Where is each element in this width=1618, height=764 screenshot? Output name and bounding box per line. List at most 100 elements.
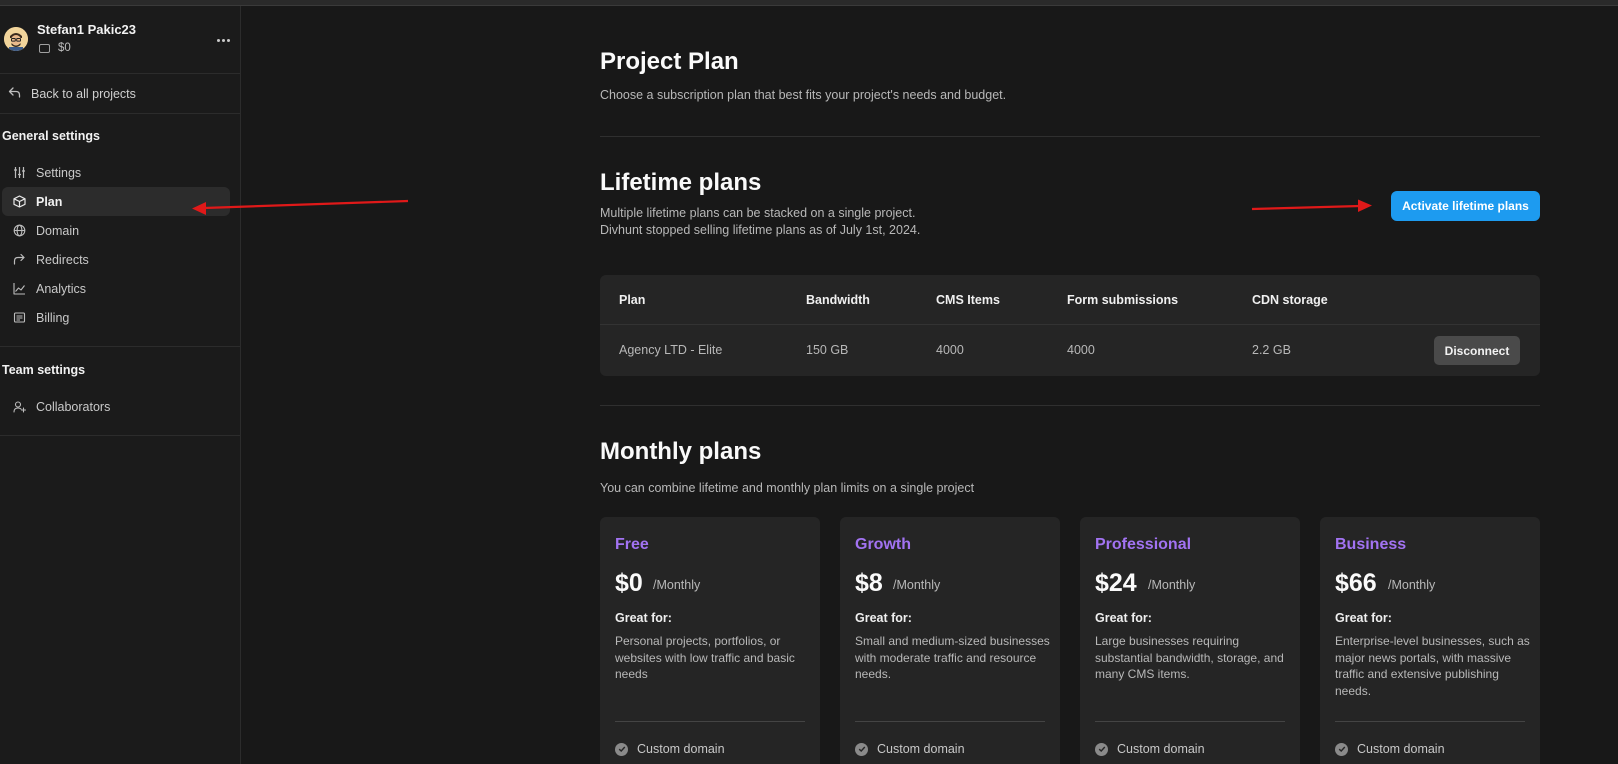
chart-icon xyxy=(12,282,26,296)
plan-description: Enterprise-level businesses, such as maj… xyxy=(1335,634,1530,698)
feature-label: Custom domain xyxy=(1117,742,1205,756)
monthly-plans-title: Monthly plans xyxy=(600,438,762,465)
card-divider xyxy=(855,721,1045,722)
dot-icon xyxy=(221,38,225,42)
lifetime-plans-title: Lifetime plans xyxy=(600,169,762,196)
sidebar-item-analytics[interactable]: Analytics xyxy=(2,274,230,303)
sidebar-item-billing[interactable]: Billing xyxy=(2,303,230,332)
dot-icon xyxy=(226,38,230,42)
feature-item: Custom domain xyxy=(1095,742,1205,756)
cube-icon xyxy=(12,195,26,209)
sidebar-item-domain[interactable]: Domain xyxy=(2,216,230,245)
plan-description: Personal projects, portfolios, or websit… xyxy=(615,634,795,681)
column-header-form-submissions: Form submissions xyxy=(1067,293,1179,307)
plan-price: $8 xyxy=(855,569,883,597)
plan-name: Professional xyxy=(1095,536,1192,553)
cell-plan: Agency LTD - Elite xyxy=(619,343,723,357)
general-settings-nav: Settings Plan Domain Redirects Analytics xyxy=(0,158,240,332)
monthly-plans-subtitle: You can combine lifetime and monthly pla… xyxy=(600,481,975,495)
sidebar-item-collaborators[interactable]: Collaborators xyxy=(2,392,230,421)
avatar[interactable] xyxy=(4,27,28,51)
user-add-icon xyxy=(12,400,26,414)
wallet-icon xyxy=(39,44,50,53)
plan-period: /Monthly xyxy=(1148,578,1196,592)
plan-price: $24 xyxy=(1095,569,1137,597)
more-options-button[interactable] xyxy=(212,33,234,47)
feature-item: Custom domain xyxy=(855,742,965,756)
annotation-arrow-icon xyxy=(1251,199,1372,212)
back-to-projects-link[interactable]: Back to all projects xyxy=(0,74,240,114)
section-divider xyxy=(600,136,1540,137)
page-title: Project Plan xyxy=(600,48,739,75)
feature-label: Custom domain xyxy=(1357,742,1445,756)
lifetime-desc-line2: Divhunt stopped selling lifetime plans a… xyxy=(600,223,921,237)
general-settings-title: General settings xyxy=(2,129,100,143)
sidebar-item-label: Analytics xyxy=(36,281,87,296)
plan-price: $0 xyxy=(615,569,643,597)
cell-cdn-storage: 2.2 GB xyxy=(1252,343,1291,357)
plan-description: Large businesses requiring substantial b… xyxy=(1095,634,1284,681)
annotation-arrow-icon xyxy=(192,199,409,215)
column-header-cms-items: CMS Items xyxy=(936,293,1000,307)
cell-form-submissions: 4000 xyxy=(1067,343,1095,357)
lifetime-plans-table: Plan Bandwidth CMS Items Form submission… xyxy=(600,275,1540,376)
feature-item: Custom domain xyxy=(1335,742,1445,756)
plan-name: Growth xyxy=(855,536,911,553)
great-for-label: Great for: xyxy=(1095,611,1152,625)
receipt-icon xyxy=(12,311,26,325)
sidebar-item-label: Plan xyxy=(36,194,63,209)
plan-card-free[interactable]: Free $0 /Monthly Great for: Personal pro… xyxy=(600,517,820,764)
sidebar-item-label: Redirects xyxy=(36,252,89,267)
card-divider xyxy=(1335,721,1525,722)
check-circle-icon xyxy=(615,742,628,756)
plan-period: /Monthly xyxy=(653,578,701,592)
user-name: Stefan1 Pakic23 xyxy=(37,22,137,37)
plan-name: Free xyxy=(615,536,649,553)
plan-card-business[interactable]: Business $66 /Monthly Great for: Enterpr… xyxy=(1320,517,1540,764)
column-header-cdn-storage: CDN storage xyxy=(1252,293,1328,307)
sidebar-item-label: Billing xyxy=(36,310,70,325)
card-divider xyxy=(1095,721,1285,722)
plan-card-growth[interactable]: Growth $8 /Monthly Great for: Small and … xyxy=(840,517,1060,764)
plan-description: Small and medium-sized businesses with m… xyxy=(855,634,1050,681)
disconnect-button[interactable]: Disconnect xyxy=(1434,336,1520,365)
team-settings-nav: Collaborators xyxy=(0,392,240,421)
back-arrow-icon xyxy=(8,86,21,102)
feature-item: Custom domain xyxy=(615,742,725,756)
cell-bandwidth: 150 GB xyxy=(806,343,849,357)
globe-icon xyxy=(12,224,26,238)
check-circle-icon xyxy=(1095,742,1108,756)
profile-header: Stefan1 Pakic23 $0 xyxy=(0,6,240,74)
plan-period: /Monthly xyxy=(893,578,941,592)
balance-value: $0 xyxy=(58,42,71,54)
great-for-label: Great for: xyxy=(855,611,912,625)
lifetime-desc-line1: Multiple lifetime plans can be stacked o… xyxy=(600,206,916,220)
section-divider xyxy=(0,421,240,436)
sidebar-item-settings[interactable]: Settings xyxy=(2,158,230,187)
plan-price: $66 xyxy=(1335,569,1377,597)
page-subtitle: Choose a subscription plan that best fit… xyxy=(600,88,1007,102)
activate-lifetime-plans-button[interactable]: Activate lifetime plans xyxy=(1391,191,1540,221)
dot-icon xyxy=(216,38,220,42)
check-circle-icon xyxy=(855,742,868,756)
column-header-bandwidth: Bandwidth xyxy=(806,293,870,307)
feature-label: Custom domain xyxy=(637,742,725,756)
feature-label: Custom domain xyxy=(877,742,965,756)
great-for-label: Great for: xyxy=(615,611,672,625)
team-settings-title: Team settings xyxy=(2,363,86,377)
check-circle-icon xyxy=(1335,742,1348,756)
back-label: Back to all projects xyxy=(31,86,136,101)
monthly-plan-cards: Free $0 /Monthly Great for: Personal pro… xyxy=(600,517,1540,764)
plan-card-professional[interactable]: Professional $24 /Monthly Great for: Lar… xyxy=(1080,517,1300,764)
cell-cms-items: 4000 xyxy=(936,343,964,357)
plan-period: /Monthly xyxy=(1388,578,1436,592)
sidebar-item-label: Collaborators xyxy=(36,399,111,414)
great-for-label: Great for: xyxy=(1335,611,1392,625)
sidebar-item-label: Settings xyxy=(36,165,82,180)
sidebar: Stefan1 Pakic23 $0 Back to all projects … xyxy=(0,6,241,764)
sidebar-item-redirects[interactable]: Redirects xyxy=(2,245,230,274)
plan-name: Business xyxy=(1335,536,1407,553)
table-row: Agency LTD - Elite 150 GB 4000 4000 2.2 … xyxy=(600,325,1540,375)
sliders-icon xyxy=(12,166,26,180)
table-header: Plan Bandwidth CMS Items Form submission… xyxy=(600,275,1540,325)
